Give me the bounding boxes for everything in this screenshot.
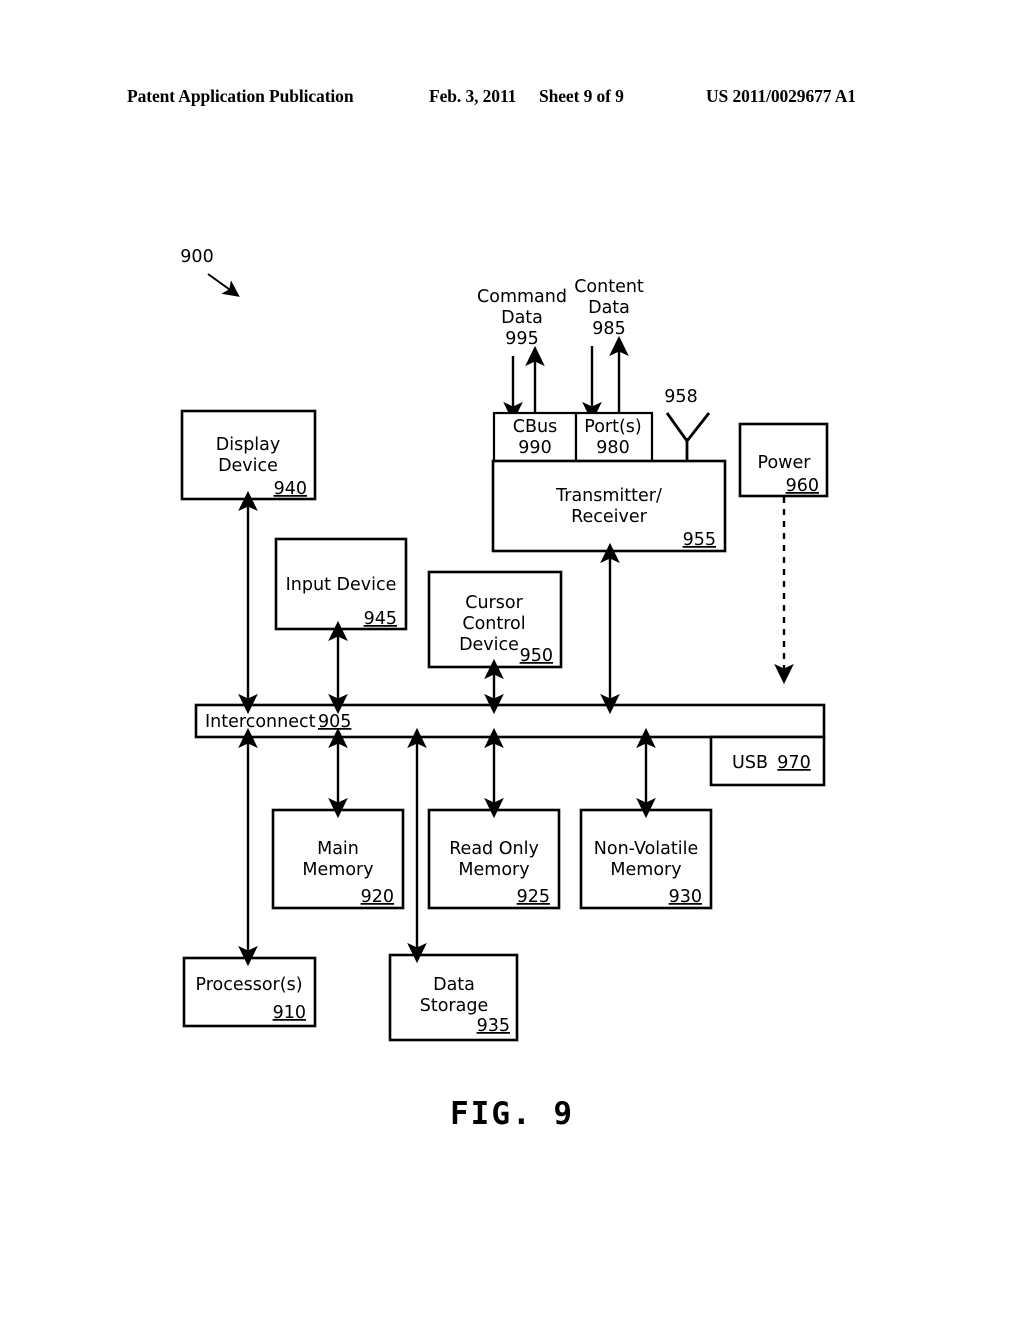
block-usb: USB 970 xyxy=(709,735,826,787)
content-data-label-line1: Content xyxy=(574,277,644,297)
block-non-volatile-memory: Non-Volatile Memory 930 xyxy=(579,808,713,910)
block-cursor-control-device: Cursor Control Device 950 xyxy=(427,570,563,669)
system-ref-label: 900 xyxy=(180,247,213,267)
input-device-ref: 945 xyxy=(364,609,397,629)
block-power: Power 960 xyxy=(738,422,829,498)
block-display-device: Display Device 940 xyxy=(180,409,317,501)
main-memory-ref: 920 xyxy=(361,887,394,907)
power-ref: 960 xyxy=(786,476,819,496)
processors-label: Processor(s) xyxy=(195,975,302,995)
usb-label: USB xyxy=(732,753,768,773)
command-data-ref: 995 xyxy=(505,329,538,349)
figure-caption: FIG. 9 xyxy=(450,1096,574,1132)
read-only-memory-label-line1: Read Only xyxy=(449,839,539,859)
non-volatile-memory-label-line1: Non-Volatile xyxy=(594,839,698,859)
cursor-control-label-line2: Control xyxy=(462,614,525,634)
command-data-label-line2: Data xyxy=(501,308,543,328)
block-input-device: Input Device 945 xyxy=(274,537,408,631)
display-device-label-line2: Device xyxy=(218,456,278,476)
input-device-label-line1: Input Device xyxy=(286,575,397,595)
system-ref-leader xyxy=(207,273,240,297)
patent-figure-page: Patent Application Publication Feb. 3, 2… xyxy=(0,0,1024,1320)
block-cbus: CBus 990 xyxy=(492,411,578,463)
power-label: Power xyxy=(758,453,812,473)
block-interconnect: Interconnect 905 xyxy=(194,703,826,739)
non-volatile-memory-label-line2: Memory xyxy=(610,860,681,880)
ports-label: Port(s) xyxy=(584,417,641,437)
block-data-storage: Data Storage 935 xyxy=(388,953,519,1042)
cbus-ref: 990 xyxy=(518,438,551,458)
data-storage-label-line1: Data xyxy=(433,975,475,995)
command-data-label-line1: Command xyxy=(477,287,567,307)
block-read-only-memory: Read Only Memory 925 xyxy=(427,808,561,910)
read-only-memory-ref: 925 xyxy=(517,887,550,907)
interconnect-ref: 905 xyxy=(318,712,351,732)
main-memory-label-line2: Memory xyxy=(302,860,373,880)
cbus-label: CBus xyxy=(513,417,557,437)
display-device-label-line1: Display xyxy=(216,435,281,455)
cursor-control-label-line3: Device xyxy=(459,635,519,655)
transceiver-label-line1: Transmitter/ xyxy=(555,486,662,506)
read-only-memory-label-line2: Memory xyxy=(458,860,529,880)
transceiver-ref: 955 xyxy=(683,530,716,550)
display-device-ref: 940 xyxy=(274,479,307,499)
content-data-ref: 985 xyxy=(592,319,625,339)
data-storage-label-line2: Storage xyxy=(420,996,488,1016)
block-transmitter-receiver: Transmitter/ Receiver 955 xyxy=(491,459,727,553)
main-memory-label-line1: Main xyxy=(317,839,359,859)
block-ports: Port(s) 980 xyxy=(574,411,654,463)
antenna-icon xyxy=(665,412,711,444)
usb-ref: 970 xyxy=(777,753,810,773)
block-processors: Processor(s) 910 xyxy=(182,956,317,1028)
ports-ref: 980 xyxy=(596,438,629,458)
content-data-label-line2: Data xyxy=(588,298,630,318)
data-storage-ref: 935 xyxy=(477,1016,510,1036)
processors-ref: 910 xyxy=(273,1003,306,1023)
antenna-ref-label: 958 xyxy=(664,387,697,407)
block-main-memory: Main Memory 920 xyxy=(271,808,405,910)
cursor-control-label-line1: Cursor xyxy=(465,593,523,613)
non-volatile-memory-ref: 930 xyxy=(669,887,702,907)
cursor-control-ref: 950 xyxy=(520,646,553,666)
transceiver-label-line2: Receiver xyxy=(571,507,648,527)
interconnect-label: Interconnect xyxy=(205,712,316,732)
